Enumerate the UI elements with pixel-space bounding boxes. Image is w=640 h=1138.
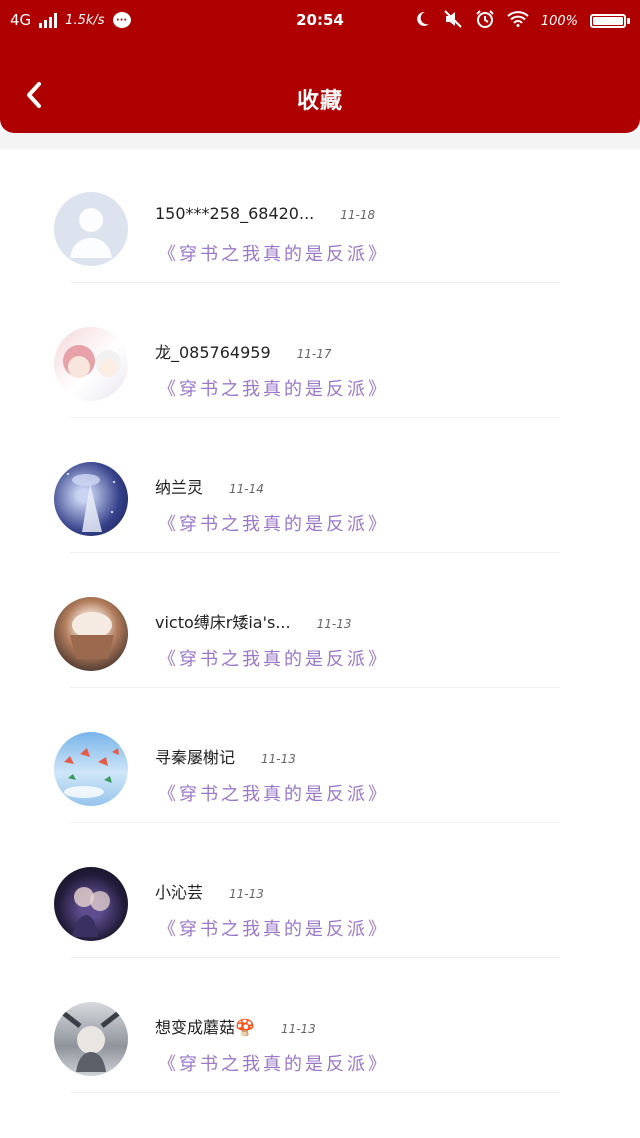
date-label: 11-13 (261, 752, 296, 766)
dark-avatar-icon (72, 887, 110, 937)
list-item[interactable]: 龙_085764959 11-17 《穿书之我真的是反派》 (0, 283, 640, 418)
avatar[interactable] (54, 462, 128, 536)
list-item[interactable]: 想变成蘑菇🍄 11-13 《穿书之我真的是反派》 (0, 958, 640, 1093)
anime-avatar-icon (63, 345, 121, 378)
date-label: 11-13 (316, 617, 352, 631)
sky-avatar-icon (64, 748, 119, 798)
avatar[interactable] (54, 732, 128, 806)
moon-icon (413, 10, 431, 32)
gray-avatar-icon (60, 1010, 122, 1072)
book-title[interactable]: 《穿书之我真的是反派》 (158, 780, 389, 806)
book-title[interactable]: 《穿书之我真的是反派》 (158, 510, 389, 536)
divider (70, 1092, 560, 1093)
avatar[interactable] (54, 1002, 128, 1076)
user-name[interactable]: 纳兰灵 (155, 474, 203, 498)
battery-level: 100% (540, 13, 578, 29)
mute-icon (443, 10, 463, 32)
date-label: 11-17 (296, 347, 332, 361)
header-gap (0, 133, 640, 149)
cake-avatar-icon (70, 612, 114, 659)
battery-icon (590, 14, 630, 28)
list-item[interactable]: 150***258_68420... 11-18 《穿书之我真的是反派》 (0, 148, 640, 283)
book-title[interactable]: 《穿书之我真的是反派》 (158, 915, 389, 941)
book-title[interactable]: 《穿书之我真的是反派》 (158, 1050, 389, 1076)
book-title[interactable]: 《穿书之我真的是反派》 (158, 645, 389, 671)
list-item[interactable]: 纳兰灵 11-14 《穿书之我真的是反派》 (0, 418, 640, 553)
list-item[interactable]: 寻秦屡榭记 11-13 《穿书之我真的是反派》 (0, 688, 640, 823)
date-label: 11-18 (340, 208, 376, 222)
user-name[interactable]: 小沁芸 (155, 879, 203, 903)
date-label: 11-13 (280, 1022, 316, 1036)
avatar[interactable] (54, 192, 128, 266)
book-title[interactable]: 《穿书之我真的是反派》 (158, 375, 389, 401)
book-title[interactable]: 《穿书之我真的是反派》 (158, 240, 389, 266)
avatar[interactable] (54, 867, 128, 941)
default-user-icon (70, 208, 112, 258)
list-item[interactable]: victo缚床r矮ia's... 11-13 《穿书之我真的是反派》 (0, 553, 640, 688)
status-bar: 4G 1.5k/s ··· 20:54 100% (0, 0, 640, 42)
user-name[interactable]: 想变成蘑菇🍄 (155, 1014, 255, 1038)
user-name[interactable]: 龙_085764959 (155, 339, 271, 363)
night-avatar-icon (67, 473, 115, 532)
user-name[interactable]: victo缚床r矮ia's... (155, 609, 291, 633)
date-label: 11-14 (229, 482, 264, 496)
list-item[interactable]: 小沁芸 11-13 《穿书之我真的是反派》 (0, 823, 640, 958)
date-label: 11-13 (229, 887, 264, 901)
header-bar: 4G 1.5k/s ··· 20:54 100% 收藏 (0, 0, 640, 133)
wifi-icon (507, 11, 529, 31)
user-name[interactable]: 150***258_68420... (155, 204, 314, 223)
alarm-icon (475, 9, 495, 33)
user-name[interactable]: 寻秦屡榭记 (155, 744, 235, 768)
page-title: 收藏 (296, 89, 343, 114)
avatar[interactable] (54, 597, 128, 671)
favorites-list: 150***258_68420... 11-18 《穿书之我真的是反派》 龙_0… (0, 148, 640, 1093)
avatar[interactable] (54, 327, 128, 401)
